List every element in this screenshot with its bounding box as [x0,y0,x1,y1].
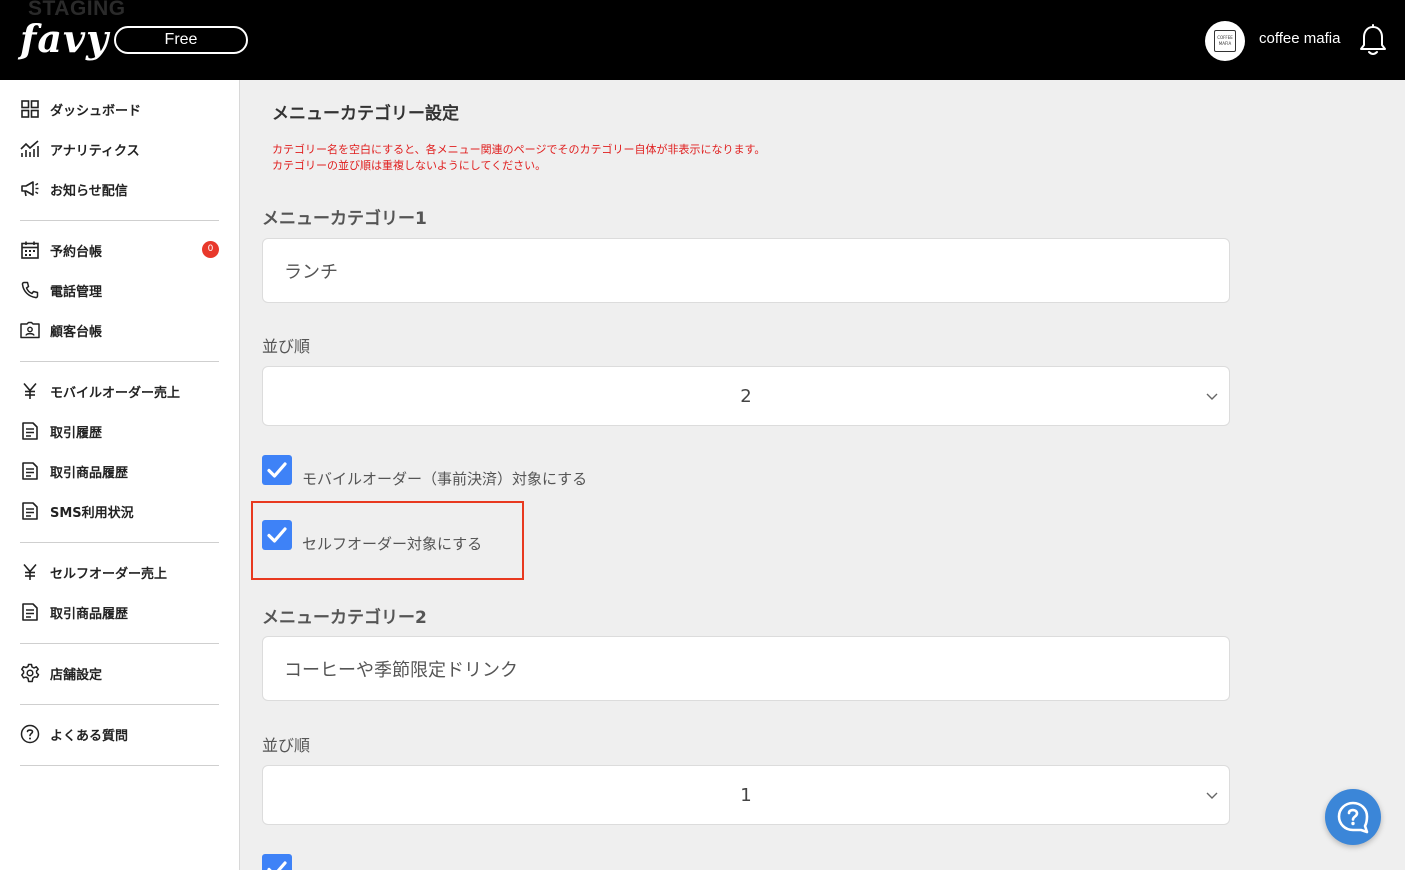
calendar-icon [20,240,40,260]
sidebar-item-label: 取引商品履歴 [50,465,129,481]
category-1-order-value: 2 [740,385,752,407]
sidebar-item-self-order-sales[interactable]: セルフオーダー売上 [20,560,220,584]
sidebar-divider [20,220,219,221]
sidebar-item-product-history[interactable]: 取引商品履歴 [20,459,220,483]
sidebar-divider [20,542,219,543]
category-1-mobile-order-option[interactable]: モバイルオーダー（事前決済）対象にする [262,455,587,489]
yen-icon [20,381,40,401]
question-circle-icon [20,724,40,744]
checkmark-icon [267,527,287,543]
sidebar-item-self-order-product-history[interactable]: 取引商品履歴 [20,600,220,624]
sidebar-item-customers[interactable]: 顧客台帳 [20,318,220,342]
sidebar-item-label: SMS利用状況 [50,505,134,521]
category-2-name-input[interactable]: コーヒーや季節限定ドリンク [262,636,1230,701]
sidebar-item-sms-usage[interactable]: SMS利用状況 [20,499,220,523]
user-name[interactable]: coffee mafia [1259,30,1340,48]
category-2-mobile-order-option[interactable] [262,854,292,870]
document-icon [20,602,40,622]
checkmark-icon [267,861,287,870]
sidebar-divider [20,704,219,705]
sidebar-item-label: ダッシュボード [50,103,142,119]
avatar-text-2: MAFIA [1218,41,1232,46]
category-2-order-select[interactable]: 1 [262,765,1230,825]
sidebar-item-analytics[interactable]: アナリティクス [20,137,220,161]
notice-text: カテゴリー名を空白にすると、各メニュー関連のページでそのカテゴリー自体が非表示に… [272,142,765,174]
phone-icon [20,280,40,300]
sidebar-item-label: モバイルオーダー売上 [50,385,181,401]
avatar[interactable]: COFFEE MAFIA [1205,21,1245,61]
document-icon [20,501,40,521]
top-header: STAGING favy Free COFFEE MAFIA coffee ma… [0,0,1405,80]
sidebar-item-label: お知らせ配信 [50,183,128,199]
checkmark-icon [267,462,287,478]
page-title: メニューカテゴリー設定 [272,104,459,124]
dashboard-icon [20,99,40,119]
sidebar-item-mobile-order-sales[interactable]: モバイルオーダー売上 [20,379,220,403]
category-2-name-value: コーヒーや季節限定ドリンク [284,659,518,681]
category-1-order-label: 並び順 [262,337,311,356]
favy-logo[interactable]: favy [20,16,109,62]
sidebar-item-faq[interactable]: よくある質問 [20,722,220,746]
notice-line-1: カテゴリー名を空白にすると、各メニュー関連のページでそのカテゴリー自体が非表示に… [272,143,766,156]
chevron-down-icon [1206,792,1218,799]
mobile-order-checkbox[interactable] [262,455,292,485]
help-button[interactable] [1325,789,1381,845]
sidebar-divider [20,643,219,644]
sidebar-item-label: 取引商品履歴 [50,606,129,622]
megaphone-icon [20,179,40,199]
main-content: メニューカテゴリー設定 カテゴリー名を空白にすると、各メニュー関連のページでその… [241,80,1405,870]
self-order-label: セルフオーダー対象にする [302,535,483,553]
sidebar-item-label: セルフオーダー売上 [50,566,168,582]
self-order-checkbox[interactable] [262,520,292,550]
gear-icon [20,663,40,683]
notice-line-2: カテゴリーの並び順は重複しないようにしてください。 [272,159,547,172]
sidebar-item-label: 電話管理 [50,284,103,300]
category-1-order-select[interactable]: 2 [262,366,1230,426]
sidebar-item-reservations[interactable]: 予約台帳 0 [20,238,220,262]
category-2-order-value: 1 [740,784,752,806]
help-chat-icon [1337,801,1369,834]
document-icon [20,461,40,481]
category-2-order-label: 並び順 [262,736,311,755]
category-1-self-order-option[interactable]: セルフオーダー対象にする [262,520,482,554]
sidebar-item-announcements[interactable]: お知らせ配信 [20,177,220,201]
document-icon [20,421,40,441]
category-2-heading: メニューカテゴリー2 [262,608,427,628]
sidebar-item-store-settings[interactable]: 店舗設定 [20,661,220,685]
plan-badge: Free [114,26,248,54]
sidebar-divider [20,765,219,766]
mobile-order-label: モバイルオーダー（事前決済）対象にする [302,470,588,488]
chevron-down-icon [1206,393,1218,400]
store-logo-icon: COFFEE MAFIA [1214,30,1236,52]
mobile-order-checkbox[interactable] [262,854,292,870]
sidebar-item-label: 顧客台帳 [50,324,103,340]
sidebar-item-label: アナリティクス [50,143,140,159]
contact-card-icon [20,320,40,340]
yen-icon [20,562,40,582]
sidebar-item-transaction-history[interactable]: 取引履歴 [20,419,220,443]
sidebar-item-dashboard[interactable]: ダッシュボード [20,97,220,121]
notification-badge: 0 [202,241,219,258]
analytics-icon [20,139,40,159]
sidebar-divider [20,361,219,362]
category-1-name-value: ランチ [284,261,338,283]
category-1-name-input[interactable]: ランチ [262,238,1230,303]
sidebar-item-label: 予約台帳 [50,244,103,260]
sidebar-item-phone[interactable]: 電話管理 [20,278,220,302]
sidebar-item-label: よくある質問 [50,728,129,744]
bell-icon[interactable] [1358,24,1388,58]
sidebar-item-label: 取引履歴 [50,425,103,441]
category-1-heading: メニューカテゴリー1 [262,209,427,229]
sidebar: ダッシュボード アナリティクス お知らせ配信 予約台帳 0 電話管理 顧客台帳 [0,80,240,870]
sidebar-item-label: 店舗設定 [50,667,103,683]
